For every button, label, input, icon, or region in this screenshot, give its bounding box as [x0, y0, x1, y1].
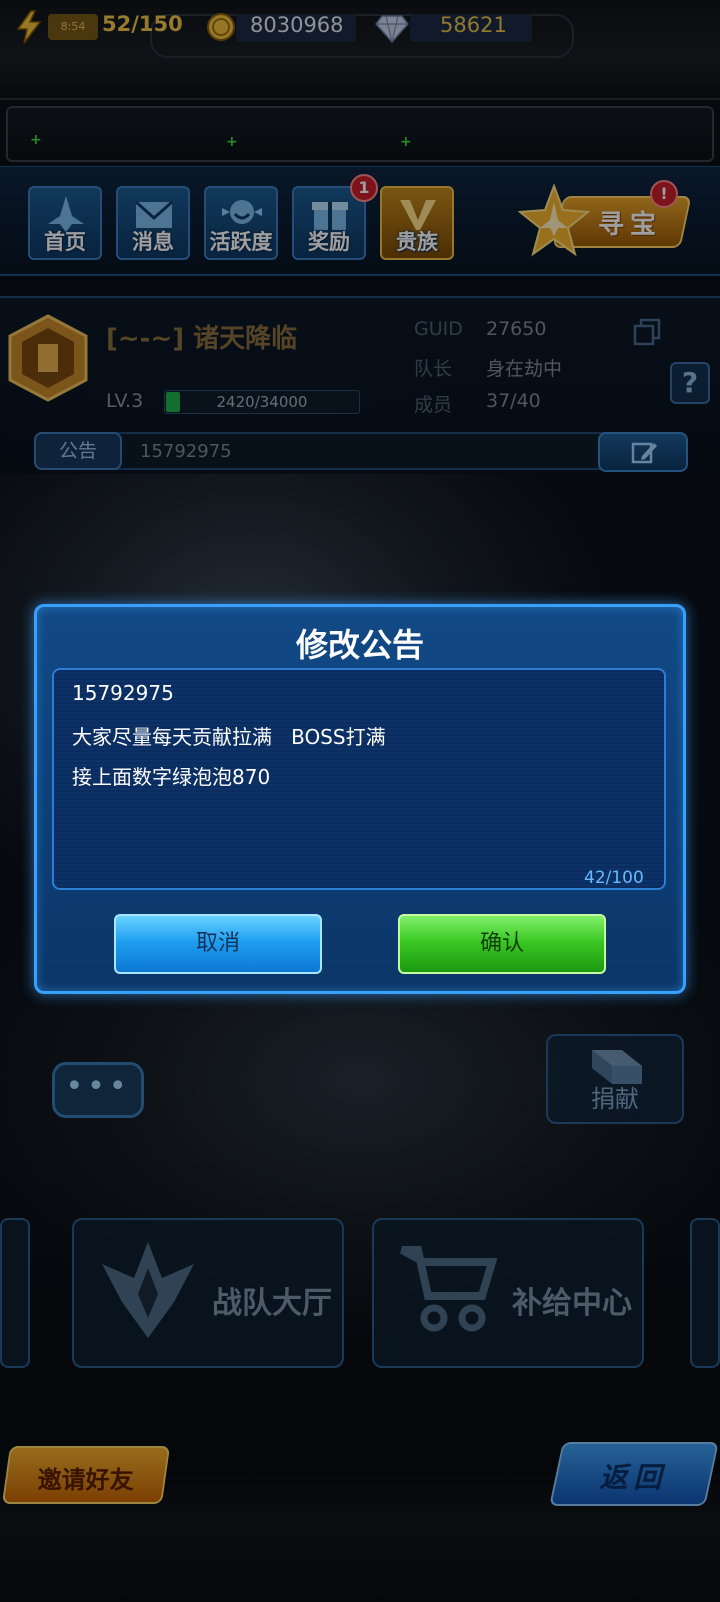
- notice-line-2: 大家尽量每天贡献拉满 BOSS打满: [72, 725, 386, 749]
- notice-line-1: 15792975: [72, 681, 174, 705]
- cancel-button[interactable]: 取消: [114, 914, 322, 974]
- dialog-title: 修改公告: [295, 626, 424, 664]
- confirm-button[interactable]: 确认: [398, 914, 606, 974]
- notice-line-3: 接上面数字绿泡泡870: [72, 765, 271, 789]
- char-counter: 42/100: [584, 868, 644, 888]
